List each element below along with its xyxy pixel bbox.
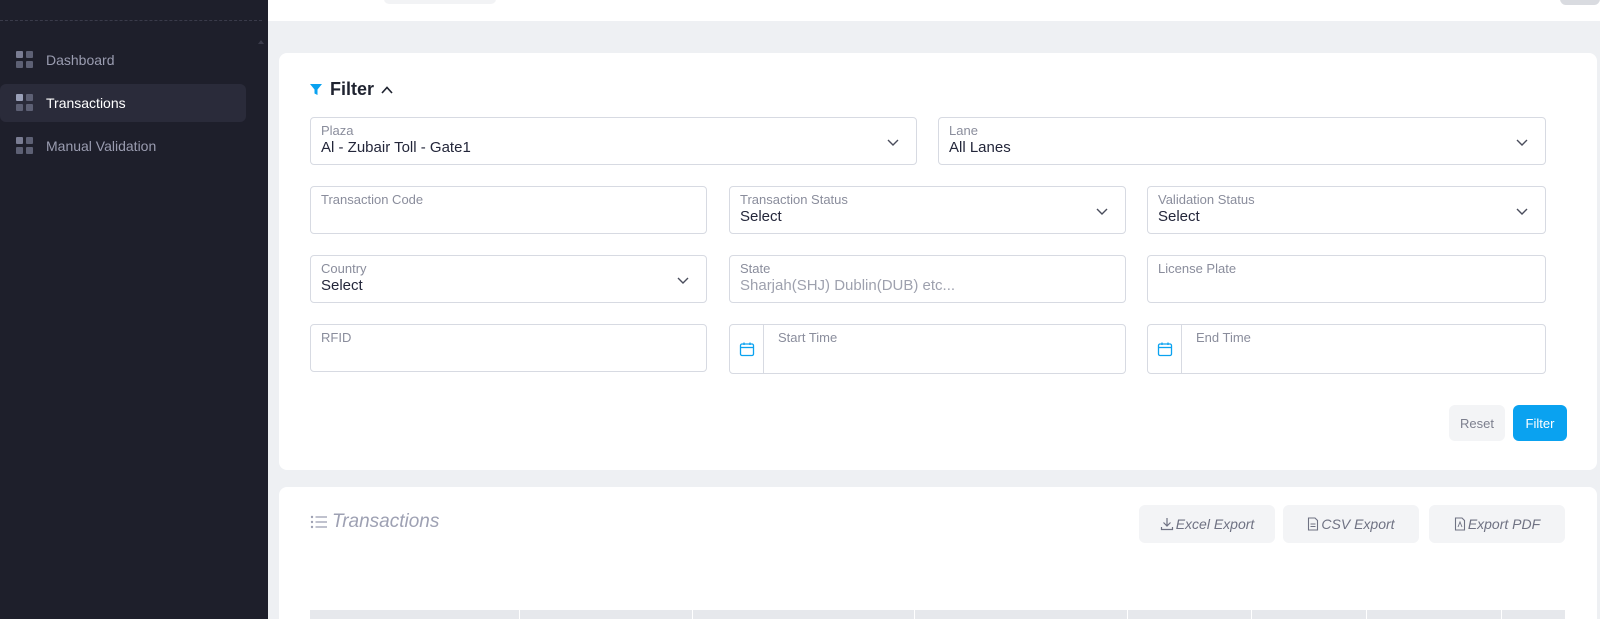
transaction-status-select[interactable]: Transaction Status Select: [729, 186, 1126, 234]
table-header-cell[interactable]: [1252, 610, 1367, 619]
export-pdf-button[interactable]: Export PDF: [1429, 505, 1565, 543]
funnel-icon: [310, 83, 322, 95]
download-icon: [1160, 518, 1173, 531]
chevron-down-icon: [1516, 139, 1528, 146]
table-header-cell[interactable]: [1128, 610, 1252, 619]
country-label: Country: [321, 261, 367, 276]
lane-value: All Lanes: [949, 139, 1011, 156]
transaction-code-label: Transaction Code: [321, 192, 424, 207]
filter-header[interactable]: Filter: [310, 79, 394, 100]
state-label: State: [740, 261, 771, 276]
table-header-cell[interactable]: [1502, 610, 1565, 619]
transactions-header: Transactions: [310, 511, 439, 533]
calendar-icon[interactable]: [730, 325, 764, 373]
transactions-title: Transactions: [332, 511, 440, 532]
top-search-pill[interactable]: [384, 0, 496, 4]
license-plate-label: License Plate: [1158, 261, 1237, 276]
start-time-label: Start Time: [778, 330, 838, 345]
sidebar-item-label: Dashboard: [46, 52, 115, 68]
calendar-icon[interactable]: [1148, 325, 1182, 373]
validation-status-select[interactable]: Validation Status Select: [1147, 186, 1546, 234]
plaza-label: Plaza: [321, 123, 354, 138]
sidebar-item-manual-validation[interactable]: Manual Validation: [0, 127, 246, 165]
sidebar-item-dashboard[interactable]: Dashboard: [0, 41, 246, 79]
validation-status-value: Select: [1158, 208, 1200, 225]
excel-export-label: Excel Export: [1175, 516, 1255, 532]
sidebar-item-transactions[interactable]: Transactions: [0, 84, 246, 122]
transactions-card: Transactions Excel Export CSV Export Exp…: [279, 487, 1597, 619]
table-header-cell[interactable]: [520, 610, 693, 619]
grid-icon: [16, 51, 34, 69]
chevron-up-icon: [381, 85, 393, 94]
list-icon: [310, 515, 327, 529]
top-bar: [268, 0, 1600, 21]
sidebar-item-label: Manual Validation: [46, 138, 157, 154]
validation-status-label: Validation Status: [1158, 192, 1255, 207]
csv-export-button[interactable]: CSV Export: [1283, 505, 1419, 543]
excel-export-button[interactable]: Excel Export: [1139, 505, 1275, 543]
export-pdf-label: Export PDF: [1467, 516, 1541, 532]
lane-select[interactable]: Lane All Lanes: [938, 117, 1546, 165]
grid-icon: [16, 94, 34, 112]
chevron-down-icon: [887, 139, 899, 146]
start-time-field[interactable]: Start Time: [729, 324, 1126, 374]
table-header: [310, 610, 1565, 619]
sidebar-item-label: Transactions: [46, 95, 126, 111]
table-header-cell[interactable]: [693, 610, 915, 619]
plaza-value: Al - Zubair Toll - Gate1: [321, 139, 471, 156]
transaction-status-value: Select: [740, 208, 782, 225]
table-header-cell[interactable]: [915, 610, 1128, 619]
end-time-label: End Time: [1196, 330, 1251, 345]
sidebar: Dashboard Transactions Manual Validation: [0, 0, 268, 619]
chevron-down-icon: [1516, 208, 1528, 215]
filter-button[interactable]: Filter: [1513, 405, 1567, 441]
file-icon: [1308, 517, 1319, 531]
country-value: Select: [321, 277, 363, 294]
transaction-status-label: Transaction Status: [740, 192, 848, 207]
state-placeholder: Sharjah(SHJ) Dublin(DUB) etc...: [740, 277, 956, 294]
license-plate-field[interactable]: License Plate: [1147, 255, 1546, 303]
table-header-cell[interactable]: [1367, 610, 1502, 619]
state-field[interactable]: State Sharjah(SHJ) Dublin(DUB) etc...: [729, 255, 1126, 303]
csv-export-label: CSV Export: [1321, 516, 1395, 532]
grid-icon: [16, 137, 34, 155]
sidebar-divider: [0, 20, 262, 21]
lane-label: Lane: [949, 123, 978, 138]
country-select[interactable]: Country Select: [310, 255, 707, 303]
pdf-file-icon: [1454, 517, 1465, 531]
avatar[interactable]: [1560, 0, 1600, 5]
filter-title: Filter: [330, 79, 375, 99]
rfid-label: RFID: [321, 330, 352, 345]
rfid-field[interactable]: RFID: [310, 324, 707, 372]
end-time-field[interactable]: End Time: [1147, 324, 1546, 374]
reset-button[interactable]: Reset: [1449, 405, 1505, 441]
plaza-select[interactable]: Plaza Al - Zubair Toll - Gate1: [310, 117, 917, 165]
table-header-cell[interactable]: [310, 610, 520, 619]
chevron-down-icon: [1096, 208, 1108, 215]
sidebar-collapse-icon[interactable]: [258, 40, 264, 44]
transaction-code-field[interactable]: Transaction Code: [310, 186, 707, 234]
chevron-down-icon: [677, 277, 689, 284]
